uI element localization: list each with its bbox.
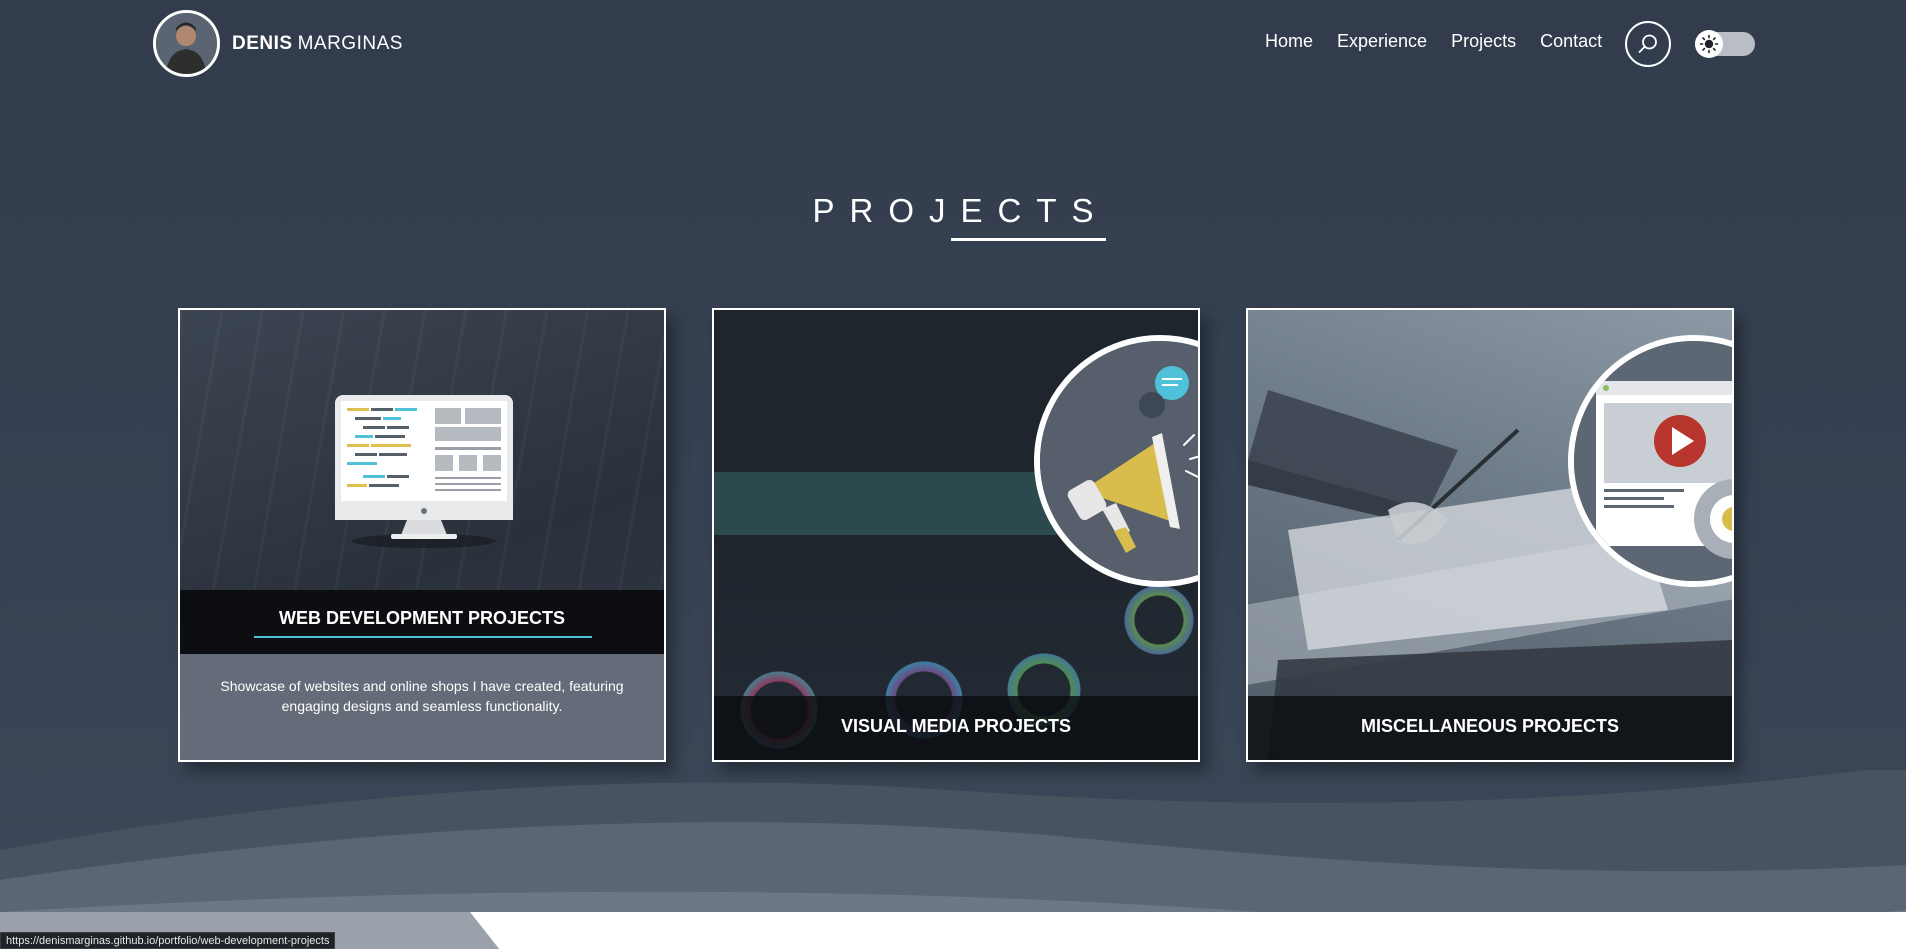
nav-contact[interactable]: Contact: [1540, 31, 1602, 52]
title-accent-underline: [254, 636, 592, 638]
theme-toggle[interactable]: [1695, 30, 1755, 58]
nav-projects[interactable]: Projects: [1451, 31, 1516, 52]
card-title-band: MISCELLANEOUS PROJECTS: [1248, 696, 1732, 760]
nav-experience[interactable]: Experience: [1337, 31, 1427, 52]
avatar: [153, 10, 220, 77]
monitor-code-icon: [335, 395, 513, 548]
brand-last-name: MARGINAS: [297, 32, 403, 54]
main-nav: Home Experience Projects Contact: [1265, 31, 1626, 52]
brand-name: DENIS MARGINAS: [232, 33, 403, 55]
toggle-knob: [1695, 30, 1723, 58]
card-title-band: VISUAL MEDIA PROJECTS: [714, 696, 1198, 760]
site-header: DENIS MARGINAS Home Experience Projects C…: [0, 0, 1906, 88]
card-title: WEB DEVELOPMENT PROJECTS: [278, 608, 566, 628]
card-miscellaneous[interactable]: MISCELLANEOUS PROJECTS: [1246, 308, 1734, 762]
search-icon: [1638, 34, 1657, 53]
status-bar-url: https://denismarginas.github.io/portfoli…: [0, 932, 336, 949]
brand-first-name: DENIS: [232, 32, 293, 54]
section-title: PROJECTS: [812, 192, 1109, 229]
title-underline: [951, 238, 1106, 241]
search-button[interactable]: [1625, 21, 1671, 67]
card-web-development[interactable]: WEB DEVELOPMENT PROJECTS Showcase of web…: [178, 308, 666, 762]
card-visual-media[interactable]: VISUAL MEDIA PROJECTS: [712, 308, 1200, 762]
sun-icon: [1699, 34, 1719, 54]
nav-home[interactable]: Home: [1265, 31, 1313, 52]
card-description: Showcase of websites and online shops I …: [180, 654, 664, 760]
brand-logo-link[interactable]: DENIS MARGINAS: [153, 10, 403, 77]
card-title-band: WEB DEVELOPMENT PROJECTS: [180, 590, 664, 654]
wave-decoration: [0, 770, 1906, 949]
card-title: VISUAL MEDIA PROJECTS: [840, 716, 1072, 736]
card-title: MISCELLANEOUS PROJECTS: [1360, 716, 1620, 736]
avatar-photo: [156, 13, 217, 74]
